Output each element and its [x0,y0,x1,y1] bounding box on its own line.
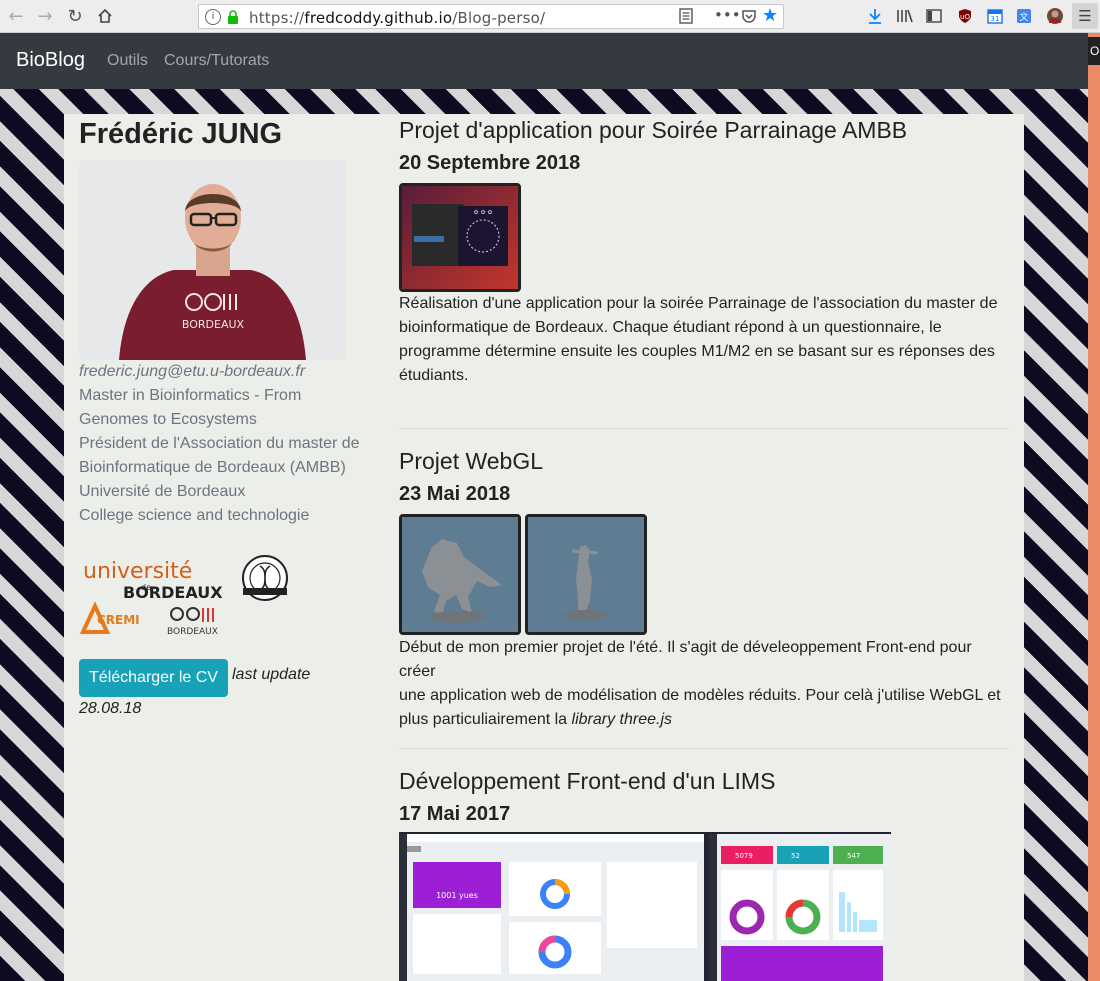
reload-icon[interactable]: ↻ [63,4,87,28]
post-description: Début de mon premier projet de l'été. Il… [399,636,1004,732]
profile-photo: BORDEAUX [79,160,346,360]
ublock-icon[interactable]: uO [954,5,976,27]
site-navbar: BioBlog Outils Cours/Tutorats [0,33,1088,89]
post-thumbnail[interactable]: ✿ ✿ ✿ [399,183,521,292]
post-date: 17 Mai 2017 [399,803,511,825]
post-text-line: Début de mon premier projet de l'été. Il… [399,639,972,680]
post-text-line: Réalisation d'une application pour la so… [399,295,998,312]
post-divider [399,428,1009,429]
svg-text:✿ ✿ ✿: ✿ ✿ ✿ [474,209,493,216]
post-thumbnail[interactable] [525,514,647,635]
stat-value: 5079 [735,852,753,860]
affiliation-logos: université de BORDEAUX CREMI BORDEAUX [79,554,309,638]
avatar-icon[interactable] [1044,5,1066,27]
post-text-line: étudiants. [399,367,469,384]
post-title[interactable]: Projet d'application pour Soirée Parrain… [399,117,907,144]
cremi-logo-text: CREMI [97,613,140,627]
translate-icon[interactable]: 文 [1013,5,1035,27]
post-date: 23 Mai 2018 [399,483,511,505]
svg-text:BORDEAUX: BORDEAUX [182,318,245,331]
post-text-line: plus particuliairement la library three.… [399,711,673,728]
profile-line: Président de l'Association du master de [79,435,360,452]
download-cv-button[interactable]: Télécharger le CV [79,659,228,697]
post-date: 20 Septembre 2018 [399,152,581,174]
post-text-line: une application web de modélisation de m… [399,687,1001,704]
profile-info: frederic.jung@etu.u-bordeaux.fr Master i… [79,360,369,528]
sidebar-icon[interactable] [923,5,945,27]
post-thumbnail[interactable] [399,514,521,635]
cv-update-date: 28.08.18 [79,700,142,717]
library-icon[interactable] [894,5,916,27]
profile-email[interactable]: frederic.jung@etu.u-bordeaux.fr [79,360,369,384]
pocket-icon[interactable] [741,8,757,28]
post-thumbnail-lims[interactable]: 1001 yues 5079 52 547 [399,832,891,981]
browser-toolbar: ← → ↻ i https://fredcoddy.github.io/Blog… [0,0,1100,33]
more-icon[interactable]: ••• [714,6,741,24]
reader-view-icon[interactable] [679,8,693,28]
profile-name: Frédéric JUNG [79,118,283,150]
lock-icon [228,10,238,24]
nav-link-cours[interactable]: Cours/Tutorats [164,52,269,70]
menu-hamburger-icon[interactable]: ☰ [1072,3,1098,29]
info-icon[interactable]: i [205,9,221,25]
ub-logo-top: université [83,559,192,584]
profile-line: Université de Bordeaux [79,483,246,500]
dashboard-card-value: 1001 yues [436,891,478,900]
calendar-icon[interactable]: 31 [984,5,1006,27]
post-title[interactable]: Projet WebGL [399,448,543,475]
post-divider [399,748,1009,749]
svg-text:uO: uO [960,13,970,21]
forward-arrow-icon[interactable]: → [33,4,57,28]
browser-side-panel: O [1088,33,1100,981]
igem-bordeaux-logo: BORDEAUX [167,607,218,637]
post-text-line: bioinformatique de Bordeaux. Chaque étud… [399,319,942,336]
ub-logo-bottom: BORDEAUX [123,583,223,602]
profile-line: Master in Bioinformatics - From [79,387,302,404]
profile-line: College science and technologie [79,507,310,524]
ambb-seal-logo [242,555,288,601]
post-text-line: programme détermine ensuite les couples … [399,343,995,360]
main-content: Frédéric JUNG BORDEAUX frederic.jung@etu… [64,114,1024,981]
home-icon[interactable] [93,4,117,28]
library-name: library three.js [571,711,673,728]
post-description: Réalisation d'une application pour la so… [399,292,1004,388]
stat-value: 547 [847,852,860,860]
cv-update-label: last update [232,666,311,683]
nav-link-outils[interactable]: Outils [107,52,148,70]
svg-text:31: 31 [991,15,1000,23]
profile-line: Genomes to Ecosystems [79,411,257,428]
post-title[interactable]: Développement Front-end d'un LIMS [399,768,775,795]
bookmark-star-icon[interactable]: ★ [762,5,778,26]
stat-value: 52 [791,852,800,860]
cremi-logo: CREMI [79,601,140,634]
svg-text:文: 文 [1019,11,1028,23]
url-bar[interactable]: i https://fredcoddy.github.io/Blog-perso… [198,4,784,29]
brand-link[interactable]: BioBlog [16,49,85,72]
download-icon[interactable] [864,5,886,27]
url-text[interactable]: https://fredcoddy.github.io/Blog-perso/ [249,9,545,27]
back-arrow-icon[interactable]: ← [4,4,28,28]
profile-line: Bioinformatique de Bordeaux (AMBB) [79,459,346,476]
side-panel-tab[interactable]: O [1088,37,1100,65]
igem-logo-text: BORDEAUX [167,627,218,637]
universite-bordeaux-logo: université de BORDEAUX [83,559,223,602]
